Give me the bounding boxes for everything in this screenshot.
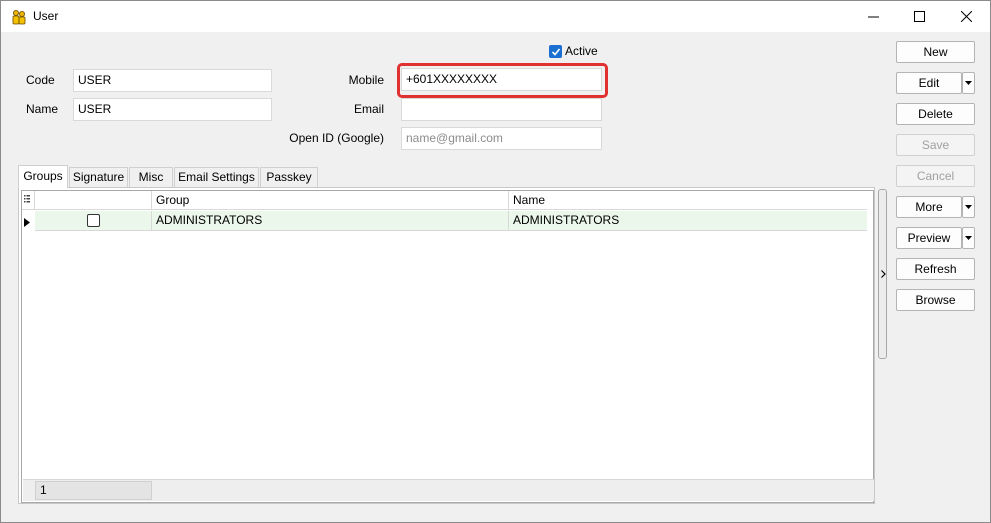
more-dropdown-button[interactable] bbox=[962, 196, 975, 218]
dropdown-arrow-icon bbox=[965, 81, 972, 85]
close-button[interactable] bbox=[943, 1, 989, 32]
row-group-cell[interactable]: ADMINISTRATORS bbox=[152, 211, 509, 230]
openid-field[interactable]: name@gmail.com bbox=[401, 127, 602, 150]
column-chooser-icon bbox=[24, 195, 30, 203]
client-area: Active Code USER Name USER Mobile +601XX… bbox=[9, 32, 988, 520]
table-row[interactable]: ADMINISTRATORS ADMINISTRATORS bbox=[35, 211, 867, 231]
save-button[interactable]: Save bbox=[896, 134, 975, 156]
grid-header-group[interactable]: Group bbox=[152, 191, 509, 210]
checkmark-icon bbox=[551, 48, 561, 56]
tab-groups[interactable]: Groups bbox=[18, 165, 68, 188]
row-count: 1 bbox=[35, 481, 152, 500]
email-field[interactable] bbox=[401, 98, 602, 121]
preview-button[interactable]: Preview bbox=[896, 227, 962, 249]
edit-dropdown-button[interactable] bbox=[962, 72, 975, 94]
name-field[interactable]: USER bbox=[73, 98, 272, 121]
preview-dropdown-button[interactable] bbox=[962, 227, 975, 249]
row-check-cell bbox=[35, 211, 152, 230]
close-icon bbox=[960, 11, 972, 22]
cancel-button[interactable]: Cancel bbox=[896, 165, 975, 187]
edit-button[interactable]: Edit bbox=[896, 72, 962, 94]
tab-misc[interactable]: Misc bbox=[129, 167, 173, 187]
openid-label: Open ID (Google) bbox=[289, 131, 384, 145]
row-indicator-icon bbox=[24, 216, 30, 230]
code-label: Code bbox=[26, 73, 55, 87]
minimize-button[interactable] bbox=[850, 1, 896, 32]
grid-column-chooser[interactable] bbox=[22, 191, 35, 210]
users-app-icon bbox=[12, 10, 26, 25]
maximize-button[interactable] bbox=[896, 1, 942, 32]
tab-signature[interactable]: Signature bbox=[69, 167, 128, 187]
grid-header-check[interactable] bbox=[35, 191, 152, 210]
row-name-cell[interactable]: ADMINISTRATORS bbox=[509, 211, 867, 230]
dropdown-arrow-icon bbox=[965, 236, 972, 240]
maximize-icon bbox=[913, 11, 925, 22]
delete-button[interactable]: Delete bbox=[896, 103, 975, 125]
groups-grid[interactable]: Group Name ADMINISTRATORS ADMINISTRATORS… bbox=[21, 190, 874, 503]
name-label: Name bbox=[26, 102, 59, 116]
email-label: Email bbox=[353, 102, 384, 116]
tab-email-settings[interactable]: Email Settings bbox=[174, 167, 259, 187]
groups-tab-panel: Group Name ADMINISTRATORS ADMINISTRATORS… bbox=[18, 187, 875, 504]
active-checkbox[interactable] bbox=[549, 45, 562, 58]
refresh-button[interactable]: Refresh bbox=[896, 258, 975, 280]
active-label: Active bbox=[565, 44, 598, 58]
mobile-field[interactable]: +601XXXXXXXX bbox=[401, 68, 602, 91]
user-window: User Active Code USER Name USER Mobile +… bbox=[0, 0, 991, 523]
window-title: User bbox=[33, 9, 59, 23]
browse-button[interactable]: Browse bbox=[896, 289, 975, 311]
title-bar[interactable]: User bbox=[1, 1, 990, 32]
tab-passkey[interactable]: Passkey bbox=[260, 167, 318, 187]
dropdown-arrow-icon bbox=[965, 205, 972, 209]
minimize-icon bbox=[867, 16, 879, 18]
grid-footer: 1 bbox=[23, 479, 874, 501]
more-button[interactable]: More bbox=[896, 196, 962, 218]
new-button[interactable]: New bbox=[896, 41, 975, 63]
mobile-label: Mobile bbox=[348, 73, 384, 87]
grid-header-name[interactable]: Name bbox=[509, 191, 867, 210]
splitter-arrow-icon[interactable] bbox=[881, 270, 886, 280]
row-checkbox[interactable] bbox=[87, 214, 100, 227]
code-field[interactable]: USER bbox=[73, 69, 272, 92]
